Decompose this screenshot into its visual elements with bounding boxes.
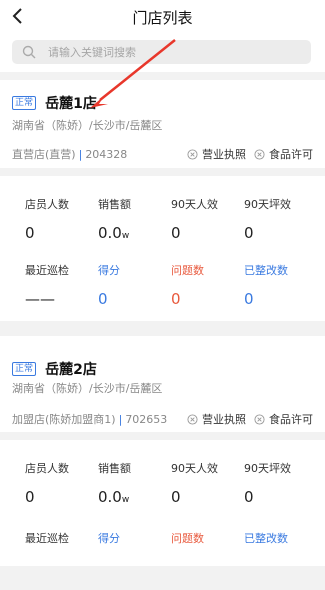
license-label: 营业执照 (202, 413, 246, 426)
stat-label: 店员人数 (25, 462, 69, 475)
stat-value[interactable]: 0 (171, 290, 244, 308)
store-type: 加盟店(陈娇加盟商1) (12, 413, 116, 426)
stat-value[interactable]: 0 (98, 290, 171, 308)
search-bar (0, 34, 325, 72)
license-business[interactable]: 营业执照 (187, 411, 246, 427)
store-stats: 店员人数 0 销售额 0.0w 90天人效 0 90天坪效 0 最近巡检 —— 得分 0 问… (0, 176, 325, 321)
store-code: 702653 (125, 412, 168, 426)
stat-label: 90天人效 (171, 462, 218, 475)
stat-label: 已整改数 (244, 532, 288, 545)
store-card[interactable]: 正常 岳麓1店 湖南省（陈娇）/长沙市/岳麓区 直营店(直营) | 204328… (0, 80, 325, 168)
stat-label: 销售额 (98, 198, 131, 211)
stat-label: 得分 (98, 532, 120, 545)
sales-value: 0.0 (98, 488, 122, 506)
stat-value: 0 (244, 488, 254, 506)
stat-label: 90天坪效 (244, 198, 291, 211)
stat-label: 最近巡检 (25, 264, 69, 277)
license-food[interactable]: 食品许可 (254, 411, 313, 427)
stat-value: —— (25, 290, 55, 308)
store-name: 岳麓1店 (45, 95, 97, 112)
divider: | (118, 412, 123, 426)
license-food[interactable]: 食品许可 (254, 146, 313, 162)
stat-label: 店员人数 (25, 198, 69, 211)
close-circle-icon (187, 413, 198, 425)
stat-value: 0 (25, 224, 35, 242)
search-icon (22, 45, 36, 59)
status-badge: 正常 (12, 361, 37, 376)
store-type: 直营店(直营) (12, 148, 76, 161)
sales-unit: w (121, 231, 130, 241)
store-stats: 店员人数 0 销售额 0.0w 90天人效 0 90天坪效 0 最近巡检 得分 问题数 … (0, 440, 325, 566)
stat-value: 0 (25, 488, 35, 506)
store-code: 204328 (85, 147, 128, 161)
stat-label: 90天人效 (171, 198, 218, 211)
license-business[interactable]: 营业执照 (187, 146, 246, 162)
stat-value: 0 (244, 224, 254, 242)
search-input[interactable] (46, 44, 290, 60)
page-title: 门店列表 (132, 9, 193, 27)
stat-value: 0.0w (98, 488, 171, 506)
stat-label: 90天坪效 (244, 462, 291, 475)
stat-label: 问题数 (171, 264, 204, 277)
stat-value[interactable]: 0 (244, 290, 317, 308)
stat-label: 问题数 (171, 532, 204, 545)
license-label: 营业执照 (202, 148, 246, 161)
status-badge: 正常 (12, 95, 37, 110)
divider: | (78, 147, 83, 161)
stat-value: 0 (171, 224, 181, 242)
close-circle-icon (187, 148, 198, 160)
sales-unit: w (121, 495, 130, 505)
stat-label: 最近巡检 (25, 532, 69, 545)
license-label: 食品许可 (269, 413, 313, 426)
license-label: 食品许可 (269, 148, 313, 161)
search-box[interactable] (12, 40, 311, 64)
stat-label: 销售额 (98, 462, 131, 475)
nav-bar: 门店列表 (0, 0, 325, 34)
stat-value: 0.0w (98, 224, 171, 242)
store-region: 湖南省（陈娇）/长沙市/岳麓区 (12, 382, 163, 395)
sales-value: 0.0 (98, 224, 122, 242)
stat-label: 已整改数 (244, 264, 288, 277)
store-card[interactable]: 正常 岳麓2店 湖南省（陈娇）/长沙市/岳麓区 加盟店(陈娇加盟商1) | 70… (0, 336, 325, 432)
store-name: 岳麓2店 (45, 361, 97, 378)
stat-value: 0 (171, 488, 181, 506)
store-region: 湖南省（陈娇）/长沙市/岳麓区 (12, 119, 163, 132)
stat-label: 得分 (98, 264, 120, 277)
close-circle-icon (254, 148, 265, 160)
close-circle-icon (254, 413, 265, 425)
